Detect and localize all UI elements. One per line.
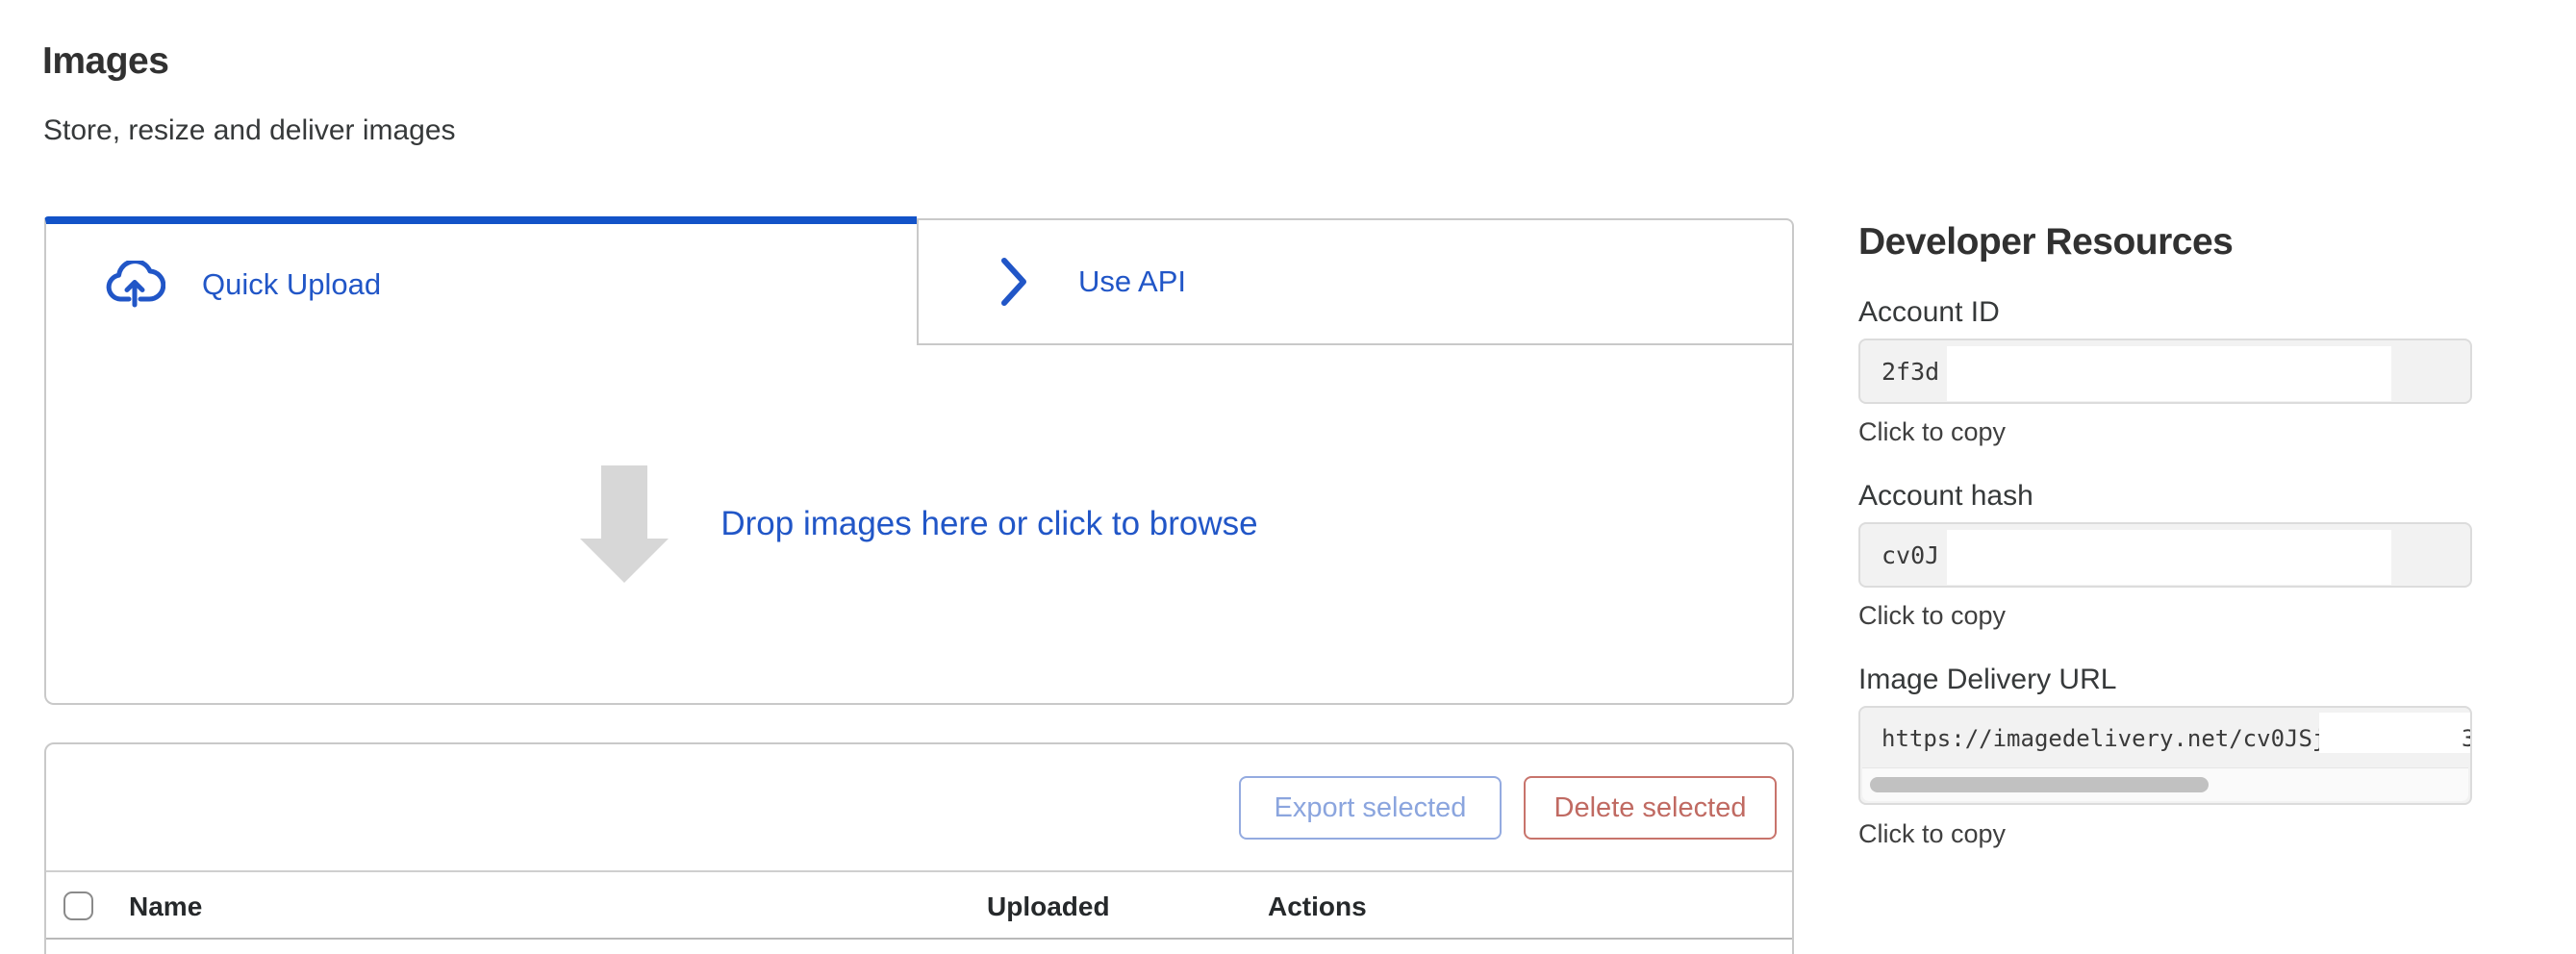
account-hash-value: cv0J xyxy=(1881,541,1939,569)
tab-use-api[interactable]: Use API xyxy=(917,218,1794,345)
url-clipped-char: 3 xyxy=(2462,725,2470,752)
image-delivery-url-label: Image Delivery URL xyxy=(1858,664,2472,696)
horizontal-scrollbar-track xyxy=(1862,767,2468,801)
redaction-overlay xyxy=(1947,530,2391,585)
account-id-copy-hint: Click to copy xyxy=(1858,417,2472,447)
select-all-checkbox[interactable] xyxy=(63,891,93,920)
horizontal-scrollbar-thumb[interactable] xyxy=(1870,777,2209,792)
cloud-upload-icon xyxy=(104,261,165,309)
column-header-actions: Actions xyxy=(1268,891,1367,922)
list-actions-row: Export selected Delete selected xyxy=(46,744,1792,870)
tab-quick-upload[interactable]: Quick Upload xyxy=(44,216,917,345)
account-id-label: Account ID xyxy=(1858,296,2472,329)
url-text-row: https://imagedelivery.net/cv0JSj 3 xyxy=(1860,708,2470,769)
image-drop-zone[interactable]: Drop images here or click to browse xyxy=(44,345,1794,705)
account-hash-label: Account hash xyxy=(1858,480,2472,513)
arrow-down-icon xyxy=(580,465,669,583)
column-header-uploaded: Uploaded xyxy=(987,891,1110,922)
drop-zone-label: Drop images here or click to browse xyxy=(720,505,1257,543)
account-hash-group: Account hash cv0J Click to copy xyxy=(1858,480,2472,631)
image-delivery-url-value: https://imagedelivery.net/cv0JSj xyxy=(1881,725,2326,752)
account-hash-field[interactable]: cv0J xyxy=(1858,522,2472,588)
column-header-name: Name xyxy=(129,891,202,922)
account-id-group: Account ID 2f3d Click to copy xyxy=(1858,296,2472,447)
tab-use-api-label: Use API xyxy=(1078,264,1186,299)
page-title: Images xyxy=(42,40,168,83)
image-delivery-url-copy-hint: Click to copy xyxy=(1858,819,2472,849)
image-delivery-url-group: Image Delivery URL https://imagedelivery… xyxy=(1858,664,2472,849)
developer-resources-sidebar: Developer Resources Account ID 2f3d Clic… xyxy=(1858,221,2472,849)
image-delivery-url-field[interactable]: https://imagedelivery.net/cv0JSj 3 xyxy=(1858,706,2472,805)
account-id-field[interactable]: 2f3d xyxy=(1858,339,2472,404)
redaction-overlay xyxy=(1947,346,2391,401)
images-page: Images Store, resize and deliver images … xyxy=(0,0,2576,954)
image-list-panel: Export selected Delete selected Name Upl… xyxy=(44,742,1794,954)
export-selected-button[interactable]: Export selected xyxy=(1239,776,1502,840)
delete-selected-button[interactable]: Delete selected xyxy=(1524,776,1777,840)
tab-quick-upload-label: Quick Upload xyxy=(202,267,381,302)
table-header-row: Name Uploaded Actions xyxy=(46,870,1792,940)
account-hash-copy-hint: Click to copy xyxy=(1858,601,2472,631)
chevron-right-icon xyxy=(998,255,1030,309)
page-subtitle: Store, resize and deliver images xyxy=(43,114,456,147)
upload-tabs-panel: Quick Upload Use API Drop images here or… xyxy=(44,216,1794,705)
sidebar-title: Developer Resources xyxy=(1858,221,2472,264)
redaction-overlay xyxy=(2319,713,2470,753)
account-id-value: 2f3d xyxy=(1881,358,1939,386)
